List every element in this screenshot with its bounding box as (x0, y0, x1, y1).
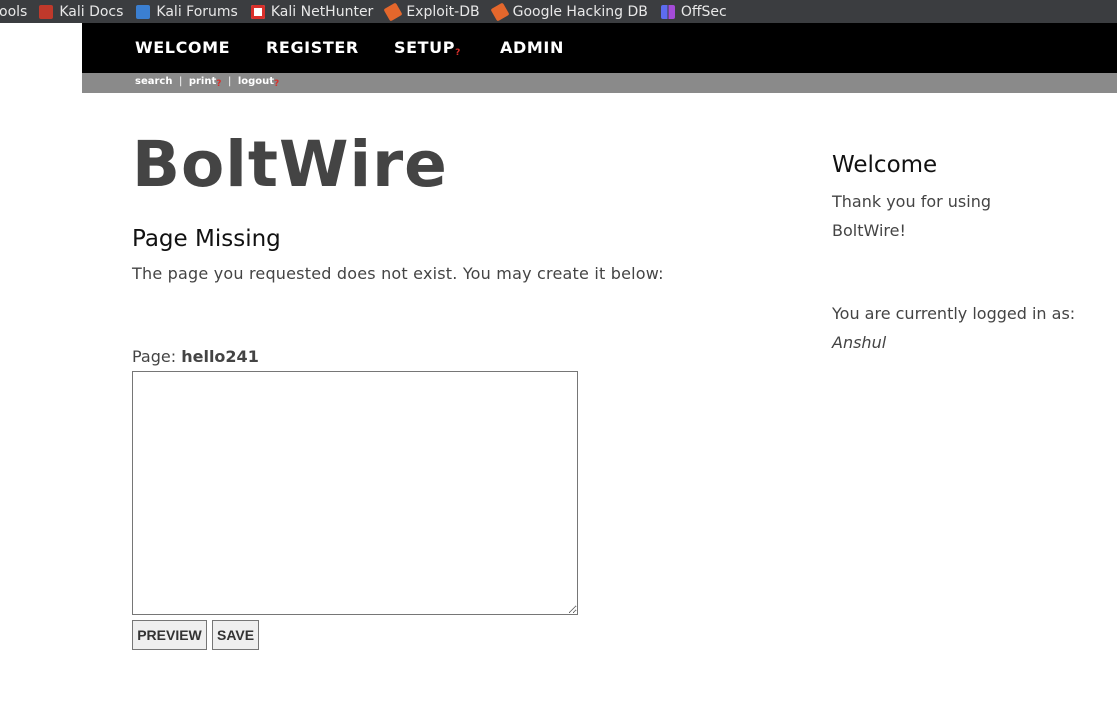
sidebar-thanks: Thank you for using BoltWire! (832, 192, 991, 240)
page-name-label: Page: (132, 347, 177, 366)
bookmark-kali-forums[interactable]: Kali Forums (136, 3, 238, 20)
bookmark-label: Google Hacking DB (512, 3, 648, 20)
search-link[interactable]: search (135, 76, 172, 87)
sidebar-login-info: You are currently logged in as: Anshul (832, 299, 1102, 357)
missing-page-marker: ? (455, 48, 461, 58)
bookmark-kali-nethunter[interactable]: Kali NetHunter (250, 3, 374, 20)
save-button[interactable]: SAVE (212, 620, 259, 650)
bookmark-label: Kali Docs (59, 3, 124, 20)
page-name-value: hello241 (181, 347, 259, 366)
kali-forums-icon (136, 4, 151, 19)
separator: | (227, 76, 232, 87)
nav-setup-label: SETUP (394, 38, 456, 57)
bookmark-tools[interactable]: ools (0, 4, 27, 20)
bookmark-label: Exploit-DB (406, 3, 480, 20)
missing-page-marker: ? (274, 79, 280, 89)
sidebar-title: Welcome (832, 152, 938, 178)
nav-admin[interactable]: ADMIN (500, 23, 564, 73)
bookmark-offsec[interactable]: OffSec (660, 3, 727, 20)
print-link[interactable]: print? (188, 76, 222, 89)
kali-nethunter-icon (250, 4, 265, 19)
bookmark-kali-docs[interactable]: Kali Docs (39, 4, 123, 20)
exploit-db-icon (383, 1, 403, 22)
offsec-icon (660, 4, 675, 19)
nav-setup[interactable]: SETUP? (394, 23, 461, 73)
kali-docs-icon (39, 4, 54, 19)
logout-label: logout (237, 76, 275, 87)
nav-register[interactable]: REGISTER (266, 23, 359, 73)
bookmark-label: ools (0, 3, 28, 20)
ghdb-icon (490, 1, 510, 22)
login-status-text: You are currently logged in as: (832, 304, 1076, 323)
logout-link[interactable]: logout? (237, 76, 280, 89)
page-message: The page you requested does not exist. Y… (132, 264, 664, 283)
site-title: BoltWire (132, 128, 448, 201)
bookmark-label: OffSec (680, 3, 727, 20)
logged-in-username: Anshul (832, 333, 887, 352)
bookmark-label: Kali NetHunter (270, 3, 374, 20)
missing-page-marker: ? (216, 79, 222, 89)
separator: | (178, 76, 183, 87)
page-content-editor[interactable] (132, 371, 578, 615)
preview-button[interactable]: PREVIEW (132, 620, 207, 650)
nav-welcome[interactable]: WELCOME (135, 23, 230, 73)
bookmarks-bar: ools Kali Docs Kali Forums Kali NetHunte… (0, 0, 1117, 23)
sub-nav: search | print? | logout? (82, 73, 1117, 93)
main-nav: WELCOME REGISTER SETUP? ADMIN (82, 23, 1117, 73)
bookmark-label: Kali Forums (156, 3, 238, 20)
page-name-row: Page: hello241 (132, 347, 259, 366)
print-label: print (188, 76, 217, 87)
page-heading: Page Missing (132, 226, 281, 252)
bookmark-exploit-db[interactable]: Exploit-DB (383, 1, 480, 22)
bookmark-ghdb[interactable]: Google Hacking DB (490, 1, 648, 22)
